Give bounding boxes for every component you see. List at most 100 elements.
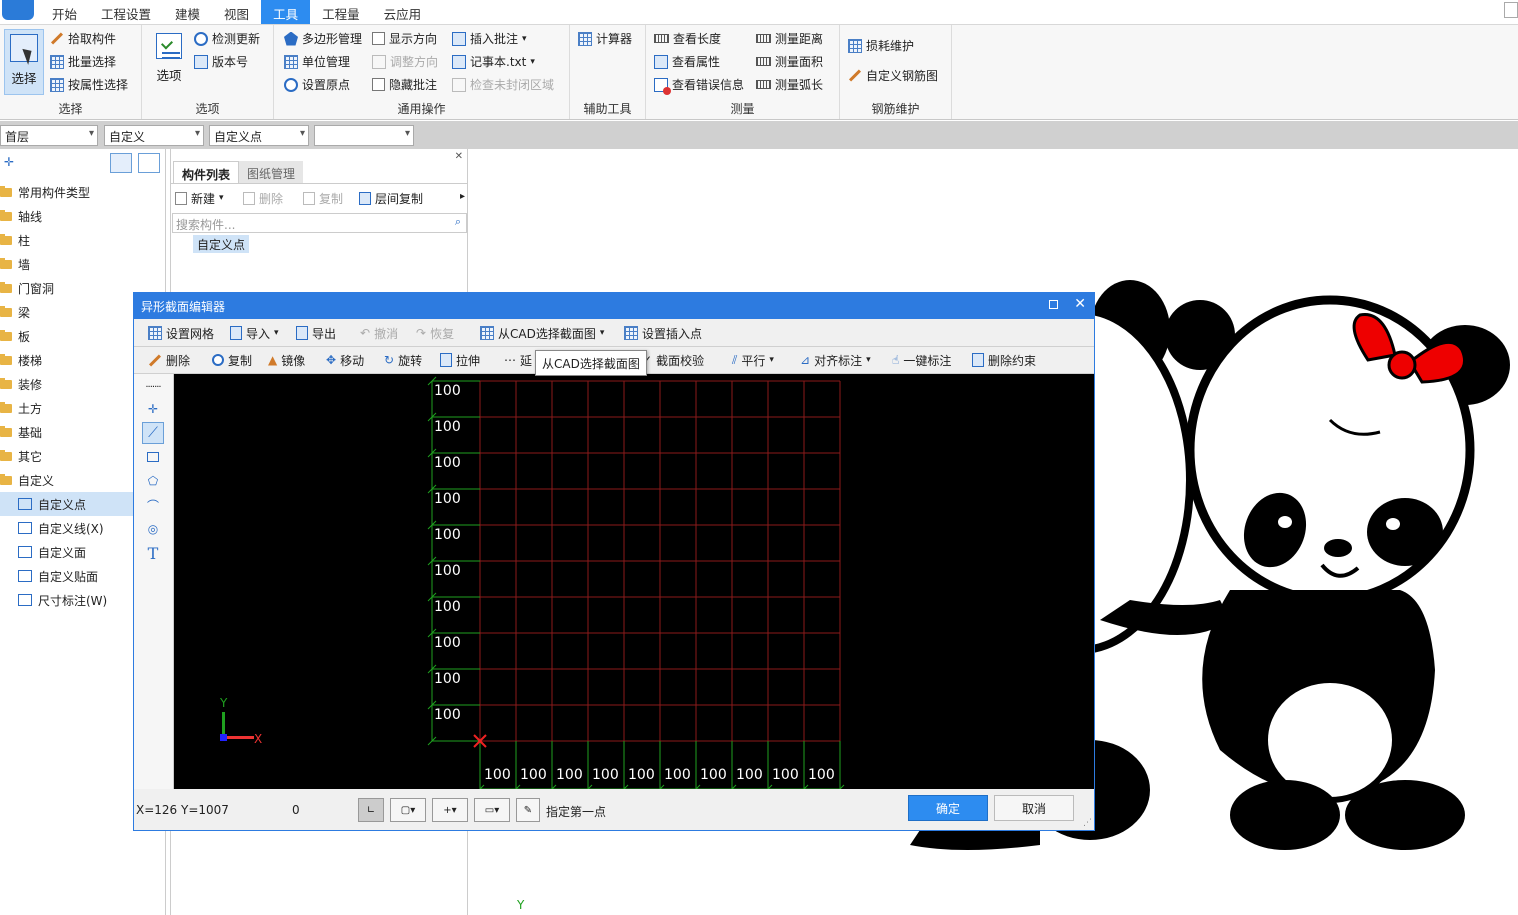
- export-button[interactable]: 导出: [296, 320, 336, 346]
- hide-annotation-checkbox[interactable]: 隐藏批注: [372, 76, 437, 93]
- circle-tool[interactable]: ◎: [142, 518, 164, 540]
- delete-button[interactable]: 删除: [243, 189, 283, 207]
- redo-button[interactable]: ↷ 恢复: [416, 320, 454, 346]
- floor-select[interactable]: 首层: [0, 125, 98, 146]
- floor-copy-button[interactable]: 层间复制: [359, 189, 423, 207]
- tab-component-list[interactable]: 构件列表: [173, 161, 240, 183]
- tab-drawing-manage[interactable]: 图纸管理: [239, 161, 304, 183]
- pin-icon[interactable]: ✛: [4, 155, 14, 169]
- copy-button[interactable]: 复制: [303, 189, 343, 207]
- close-panel-icon[interactable]: ✕: [455, 151, 463, 162]
- check-update-button[interactable]: 检测更新: [194, 30, 260, 47]
- folder-icon: [0, 425, 12, 437]
- polygon-tool[interactable]: ⬠: [142, 470, 164, 492]
- rectangle-tool[interactable]: [142, 446, 164, 468]
- one-click-dimension-button[interactable]: ☝ 一键标注: [892, 347, 951, 373]
- set-grid-button[interactable]: 设置网格: [148, 320, 214, 346]
- undo-button[interactable]: ↶ 撤消: [360, 320, 398, 346]
- tree-item[interactable]: 轴线: [0, 204, 165, 228]
- custom-rebar-button[interactable]: 自定义钢筋图: [848, 67, 938, 84]
- version-icon: [194, 54, 208, 69]
- display-toggle[interactable]: ▭▾: [474, 798, 510, 822]
- polygon-manage-button[interactable]: 多边形管理: [284, 30, 362, 47]
- line-tool[interactable]: ⟋: [142, 422, 164, 444]
- cad-select-button[interactable]: 从CAD选择截面图 ▾: [480, 320, 604, 346]
- arc-tool[interactable]: ⌒: [142, 494, 164, 516]
- parallel-button[interactable]: ⫽ 平行 ▾: [732, 347, 774, 373]
- view-error-button[interactable]: 查看错误信息: [654, 76, 744, 95]
- pick-toggle[interactable]: ✎: [516, 798, 540, 822]
- drawing-canvas[interactable]: 100 100 100 100 100 100 100 100 100 100 100 100 100 1…: [174, 374, 1094, 789]
- close-dialog-icon[interactable]: ✕: [1074, 296, 1086, 312]
- dotted-line-tool[interactable]: ·······: [142, 376, 164, 398]
- calculator-button[interactable]: 计算器: [578, 30, 632, 47]
- import-button[interactable]: 导入 ▾: [230, 320, 279, 346]
- more-icon[interactable]: ▸: [460, 191, 465, 202]
- move-tool-button[interactable]: ✥ 移动: [326, 347, 364, 373]
- menu-item-4[interactable]: 工具: [261, 0, 311, 24]
- menu-item-6[interactable]: 云应用: [372, 0, 434, 24]
- measure-distance-button[interactable]: 测量距离: [756, 30, 823, 47]
- rotate-tool-button[interactable]: ↻ 旋转: [384, 347, 422, 373]
- insert-annotation-button[interactable]: 插入批注 ▾: [452, 30, 527, 47]
- type-select[interactable]: 自定义点: [209, 125, 309, 146]
- menu-item-0[interactable]: 开始: [40, 0, 89, 24]
- set-insert-point-button[interactable]: 设置插入点: [624, 320, 702, 346]
- rebar-icon: [848, 69, 862, 82]
- tree-view-icon[interactable]: [138, 153, 160, 173]
- ok-button[interactable]: 确定: [908, 795, 988, 821]
- view-length-button[interactable]: 查看长度: [654, 30, 721, 47]
- tree-item[interactable]: 墙: [0, 252, 165, 276]
- menu-item-1[interactable]: 工程设置: [89, 0, 163, 24]
- options-button[interactable]: 选项: [152, 33, 186, 84]
- search-icon[interactable]: ⌕: [455, 215, 461, 229]
- maximize-icon[interactable]: [1049, 300, 1058, 309]
- category-select[interactable]: 自定义: [104, 125, 204, 146]
- unit-manage-button[interactable]: 单位管理: [284, 53, 350, 70]
- count-readout: 0: [292, 803, 300, 817]
- component-select[interactable]: [314, 125, 414, 146]
- section-check-button[interactable]: ✓ 截面校验: [642, 347, 704, 373]
- ortho-toggle[interactable]: ∟: [358, 798, 384, 822]
- window-minimize-button[interactable]: [1504, 2, 1518, 18]
- version-button[interactable]: 版本号: [194, 53, 248, 70]
- select-button[interactable]: 选择: [4, 29, 44, 95]
- check-unclosed-area-button[interactable]: 检查未封闭区域: [452, 76, 554, 93]
- pick-component-button[interactable]: 拾取构件: [50, 30, 116, 47]
- text-tool[interactable]: T: [142, 542, 164, 564]
- batch-select-button[interactable]: 批量选择: [50, 53, 116, 70]
- menu-item-2[interactable]: 建模: [163, 0, 212, 24]
- tree-item[interactable]: 柱: [0, 228, 165, 252]
- stretch-tool-button[interactable]: 拉伸: [440, 347, 480, 373]
- component-list-item[interactable]: 自定义点: [193, 235, 250, 253]
- menu-item-3[interactable]: 视图: [212, 0, 261, 24]
- delete-tool-button[interactable]: 删除: [148, 347, 190, 373]
- adjust-direction-button[interactable]: 调整方向: [372, 53, 438, 70]
- tree-item[interactable]: 常用构件类型: [0, 180, 165, 204]
- measure-area-button[interactable]: 测量面积: [756, 53, 823, 70]
- list-view-icon[interactable]: [110, 153, 132, 173]
- delete-constraint-button[interactable]: 删除约束: [972, 347, 1036, 373]
- point-tool[interactable]: ✛: [142, 398, 164, 420]
- mirror-tool-button[interactable]: ▲ 镜像: [268, 347, 305, 373]
- app-logo-icon[interactable]: [2, 0, 34, 20]
- select-by-attribute-button[interactable]: 按属性选择: [50, 76, 128, 93]
- search-input[interactable]: 搜索构件...: [172, 213, 467, 233]
- align-dimension-button[interactable]: ⊿ 对齐标注 ▾: [800, 347, 871, 373]
- column-dimension-label: 100: [628, 767, 655, 783]
- show-direction-checkbox[interactable]: 显示方向: [372, 30, 437, 47]
- cancel-button[interactable]: 取消: [994, 795, 1074, 821]
- notepad-button[interactable]: 记事本.txt ▾: [452, 53, 535, 70]
- copy-tool-button[interactable]: 复制: [212, 347, 252, 373]
- extend-tool-button[interactable]: ⋯ 延: [504, 347, 532, 373]
- new-button[interactable]: 新建 ▾: [175, 189, 224, 207]
- column-dimension-label: 100: [556, 767, 583, 783]
- menu-item-5[interactable]: 工程量: [310, 0, 372, 24]
- snap-toggle[interactable]: ▢▾: [390, 798, 426, 822]
- resize-grip-icon[interactable]: ⋰: [1083, 818, 1092, 828]
- set-origin-button[interactable]: 设置原点: [284, 76, 350, 93]
- measure-arc-button[interactable]: 测量弧长: [756, 76, 823, 93]
- dimension-toggle[interactable]: +▾: [432, 798, 468, 822]
- loss-maintain-button[interactable]: 损耗维护: [848, 37, 914, 54]
- view-property-button[interactable]: 查看属性: [654, 53, 720, 70]
